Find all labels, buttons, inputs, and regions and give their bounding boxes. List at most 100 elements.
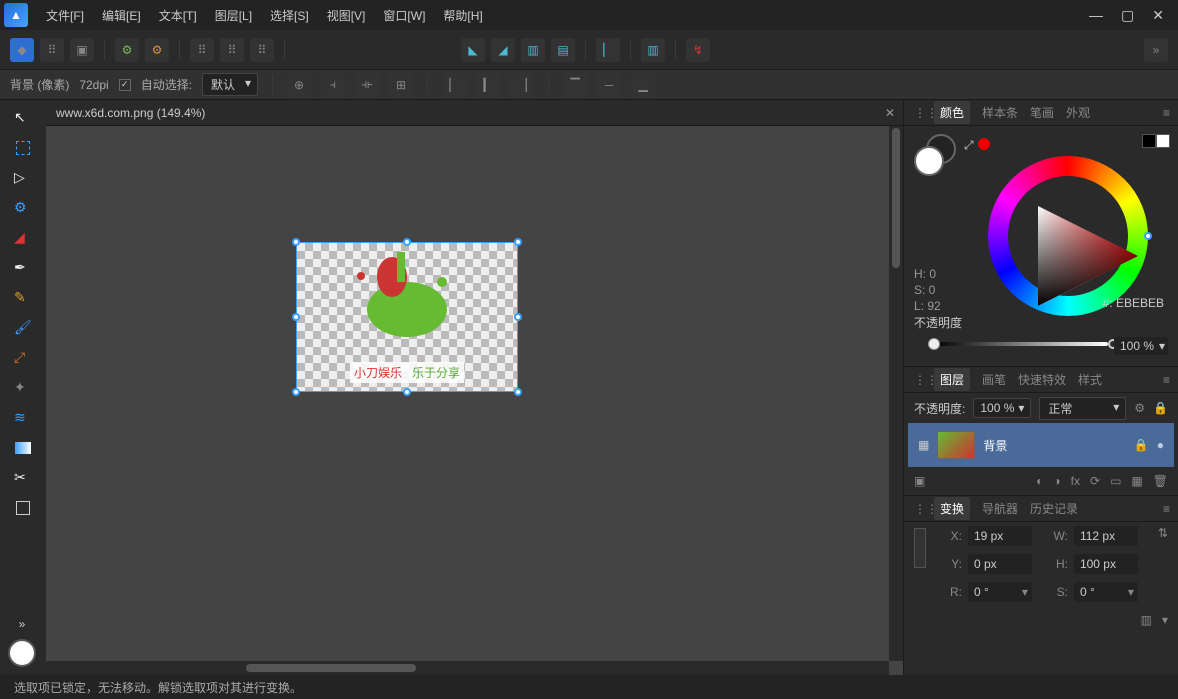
- resize-handle-s[interactable]: [403, 388, 411, 396]
- autoselect-checkbox[interactable]: ✓: [119, 79, 131, 91]
- resize-handle-sw[interactable]: [292, 388, 300, 396]
- hscroll-thumb[interactable]: [246, 664, 416, 672]
- tab-brush-stroke[interactable]: 笔画: [1030, 104, 1054, 121]
- close-icon[interactable]: ✕: [1152, 7, 1164, 24]
- link-wh-icon[interactable]: ⇅: [1158, 526, 1168, 546]
- minimize-icon[interactable]: —: [1089, 7, 1103, 24]
- menu-file[interactable]: 文件[F]: [46, 7, 84, 24]
- align-left-button[interactable]: ▏: [596, 38, 620, 62]
- tab-close-icon[interactable]: ✕: [885, 106, 895, 120]
- tab-color[interactable]: 颜色: [934, 101, 970, 124]
- opacity-value[interactable]: 100 %: [1114, 337, 1168, 355]
- rotate-ccw-button[interactable]: ▥: [521, 38, 545, 62]
- visibility-checkbox[interactable]: ▦: [918, 438, 929, 452]
- panel-menu-icon[interactable]: ≡: [1163, 373, 1170, 387]
- live-icon[interactable]: ⟳: [1090, 474, 1100, 488]
- grid-button-2[interactable]: ⠿: [220, 38, 244, 62]
- panel-grip-icon[interactable]: ⋮⋮: [914, 373, 922, 387]
- grid-button-1[interactable]: ⠿: [190, 38, 214, 62]
- tab-swatches[interactable]: 样本条: [982, 104, 1018, 121]
- foreground-color-preview[interactable]: [8, 639, 36, 667]
- lock-icon[interactable]: 🔒: [1153, 401, 1168, 415]
- distribute-button[interactable]: ▥: [641, 38, 665, 62]
- menu-edit[interactable]: 编辑[E]: [102, 7, 141, 24]
- layout-button[interactable]: ▣: [70, 38, 94, 62]
- tab-layers[interactable]: 图层: [934, 368, 970, 391]
- resize-handle-w[interactable]: [292, 313, 300, 321]
- maximize-icon[interactable]: ▢: [1121, 7, 1134, 24]
- tab-fx[interactable]: 快速特效: [1018, 371, 1066, 388]
- snap-button[interactable]: ↯: [686, 38, 710, 62]
- color-wheel[interactable]: [988, 156, 1148, 316]
- transform-anchor[interactable]: [914, 528, 926, 568]
- vscroll-thumb[interactable]: [892, 128, 900, 268]
- tab-brushes[interactable]: 画笔: [982, 371, 1006, 388]
- live-filters-button[interactable]: ⚙: [115, 38, 139, 62]
- align-dropdown-icon[interactable]: ▾: [1162, 613, 1168, 627]
- pen-tool[interactable]: ✒: [5, 254, 41, 282]
- tool-expand-icon[interactable]: »: [19, 617, 26, 631]
- align-button-1[interactable]: ⫞: [321, 73, 345, 97]
- w-field[interactable]: 112 px: [1074, 526, 1138, 546]
- adjust-icon[interactable]: ◑: [1053, 474, 1060, 488]
- cog-tool[interactable]: ⚙: [5, 194, 41, 222]
- persona-photo-button[interactable]: ◆: [10, 38, 34, 62]
- valign-bottom-button[interactable]: ▁: [631, 73, 655, 97]
- color-picker-tool[interactable]: ⤢: [5, 344, 41, 372]
- valign-top-button[interactable]: ▔: [563, 73, 587, 97]
- move-tool[interactable]: ↖: [5, 104, 41, 132]
- marquee-tool[interactable]: [5, 134, 41, 162]
- transform-origin-button[interactable]: ⊕: [287, 73, 311, 97]
- heal-tool[interactable]: ≋: [5, 404, 41, 432]
- resize-handle-e[interactable]: [514, 313, 522, 321]
- menu-select[interactable]: 选择[S]: [270, 7, 309, 24]
- tab-history[interactable]: 历史记录: [1030, 500, 1078, 517]
- paint-brush-tool[interactable]: 🖌: [5, 314, 41, 342]
- halign-right-button[interactable]: ▕: [510, 73, 534, 97]
- grid-button-3[interactable]: ⠿: [250, 38, 274, 62]
- mask-icon[interactable]: ◐: [1036, 474, 1043, 488]
- opacity-slider[interactable]: 100 %: [914, 337, 1168, 351]
- canvas-image[interactable]: 小刀娱乐 乐于分享: [296, 242, 518, 392]
- y-field[interactable]: 0 px: [968, 554, 1032, 574]
- layer-name[interactable]: 背景: [983, 437, 1007, 454]
- gradient-tool[interactable]: [5, 434, 41, 462]
- crop-tool[interactable]: ✂: [5, 464, 41, 492]
- selection-brush-tool[interactable]: ◢: [5, 224, 41, 252]
- menu-layer[interactable]: 图层[L]: [215, 7, 252, 24]
- resize-handle-ne[interactable]: [514, 238, 522, 246]
- shape-tool[interactable]: [5, 494, 41, 522]
- autoselect-dropdown[interactable]: 默认: [202, 73, 258, 96]
- valign-middle-button[interactable]: ─: [597, 73, 621, 97]
- adjustments-button[interactable]: ⚙: [145, 38, 169, 62]
- hue-handle[interactable]: [1144, 232, 1152, 240]
- rotate-cw-button[interactable]: ▤: [551, 38, 575, 62]
- clone-tool[interactable]: ✦: [5, 374, 41, 402]
- align-icon[interactable]: ▥: [1141, 613, 1152, 627]
- add-layer-icon[interactable]: ▭: [1110, 474, 1121, 488]
- menu-text[interactable]: 文本[T]: [159, 7, 197, 24]
- h-field[interactable]: 100 px: [1074, 554, 1138, 574]
- align-button-3[interactable]: ⊞: [389, 73, 413, 97]
- blend-mode-dropdown[interactable]: 正常: [1039, 397, 1126, 420]
- x-field[interactable]: 19 px: [968, 526, 1032, 546]
- node-tool[interactable]: ▷: [5, 164, 41, 192]
- add-pixel-icon[interactable]: ▦: [1131, 474, 1142, 488]
- resize-handle-se[interactable]: [514, 388, 522, 396]
- pencil-tool[interactable]: ✎: [5, 284, 41, 312]
- menu-help[interactable]: 帮助[H]: [443, 7, 482, 24]
- flip-h-button[interactable]: ◣: [461, 38, 485, 62]
- group-icon[interactable]: ▣: [914, 474, 925, 488]
- tab-styles[interactable]: 样式: [1078, 371, 1102, 388]
- s-field[interactable]: 0 °: [1074, 582, 1138, 602]
- canvas-viewport[interactable]: 小刀娱乐 乐于分享: [46, 126, 903, 675]
- hex-field[interactable]: #: EBEBEB: [1103, 296, 1164, 310]
- menu-view[interactable]: 视图[V]: [327, 7, 366, 24]
- flip-v-button[interactable]: ◢: [491, 38, 515, 62]
- resize-handle-n[interactable]: [403, 238, 411, 246]
- menu-window[interactable]: 窗口[W]: [383, 7, 425, 24]
- layer-item-background[interactable]: ▦ 背景 🔒 ●: [908, 423, 1174, 467]
- panel-grip-icon[interactable]: ⋮⋮: [914, 502, 922, 516]
- vertical-scrollbar[interactable]: [889, 126, 903, 661]
- tab-appearance[interactable]: 外观: [1066, 104, 1090, 121]
